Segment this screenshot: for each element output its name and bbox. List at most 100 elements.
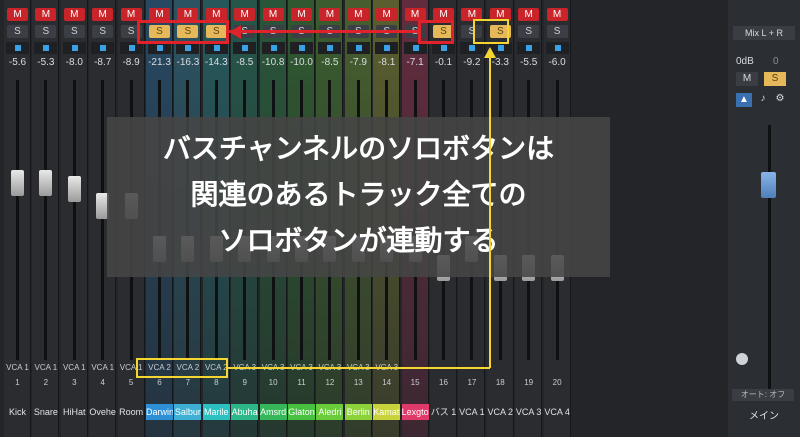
yellow-arrow-head	[484, 47, 496, 58]
solo-highlight-vca2-tracks	[137, 20, 229, 44]
mute-button[interactable]: M	[7, 8, 28, 21]
main-fader[interactable]	[761, 172, 776, 198]
channel-name[interactable]: VCA 4	[544, 404, 571, 420]
channel-name[interactable]: Kamati	[373, 404, 401, 420]
channel-number: 3	[72, 378, 77, 387]
yellow-arrow-horizontal	[228, 367, 490, 369]
settings-icon[interactable]: ⚙	[773, 93, 787, 107]
mute-button[interactable]: M	[63, 8, 85, 21]
pan-indicator[interactable]	[517, 42, 541, 54]
solo-button[interactable]: S	[63, 25, 85, 38]
channel-name[interactable]: Abuha	[231, 404, 259, 420]
mute-button[interactable]: M	[376, 8, 398, 21]
fader-db-readout: -7.1	[406, 57, 424, 68]
channel-strip: M S -8.0 VCA 1 3 HiHat	[60, 0, 88, 437]
channel-name[interactable]: Snare	[32, 404, 59, 420]
mute-button[interactable]: M	[518, 8, 540, 21]
pan-indicator[interactable]	[34, 42, 58, 54]
fader-db-readout: -14.3	[204, 57, 228, 68]
channel-number: 12	[325, 378, 335, 387]
fader-handle[interactable]	[39, 170, 53, 196]
channel-name[interactable]: VCA 1	[458, 404, 485, 420]
channel-strip: M S -5.6 VCA 1 1 Kick	[4, 0, 31, 437]
channel-name[interactable]: Room	[118, 404, 145, 420]
mute-button[interactable]: M	[262, 8, 284, 21]
mute-button[interactable]: M	[546, 8, 568, 21]
fader-handle[interactable]	[11, 170, 24, 196]
arrow-line	[229, 30, 418, 33]
channel-name[interactable]: HiHat	[61, 404, 88, 420]
pan-indicator[interactable]	[6, 42, 29, 54]
channel-name[interactable]: Ovehe	[89, 404, 116, 420]
mic-icon[interactable]: ♪	[757, 93, 769, 107]
pan-indicator[interactable]	[91, 42, 115, 54]
mute-button[interactable]: M	[35, 8, 57, 21]
main-db-readout: 0dB	[736, 56, 754, 67]
fader-handle[interactable]	[67, 176, 81, 202]
mute-button[interactable]: M	[234, 8, 256, 21]
channel-name[interactable]: Salbur	[174, 404, 202, 420]
solo-button[interactable]: S	[92, 25, 114, 38]
pan-indicator[interactable]	[62, 42, 86, 54]
pan-indicator[interactable]	[290, 42, 313, 54]
fader-db-readout: -8.0	[65, 57, 83, 68]
pan-indicator[interactable]	[346, 42, 370, 54]
pan-dial-icon[interactable]	[736, 353, 748, 365]
fader-track	[72, 80, 76, 360]
channel-name[interactable]: Glaton	[288, 404, 315, 420]
main-channel-name: メイン	[749, 411, 779, 422]
vca-assignment[interactable]: VCA 1	[4, 363, 31, 372]
fader-db-readout: -8.9	[122, 57, 140, 68]
solo-button[interactable]: S	[546, 25, 568, 38]
vca-assignment[interactable]: VCA 1	[89, 363, 116, 372]
solo-button[interactable]: S	[518, 25, 540, 38]
channel-name[interactable]: Lexgto	[401, 404, 429, 420]
channel-name[interactable]: Kick	[4, 404, 31, 420]
solo-button[interactable]: S	[35, 25, 57, 38]
mute-button[interactable]: M	[92, 8, 114, 21]
channel-name[interactable]: Aledri	[316, 404, 344, 420]
fader-db-readout: -7.9	[349, 57, 367, 68]
pan-indicator[interactable]	[233, 42, 257, 54]
pan-indicator[interactable]	[261, 42, 285, 54]
main-channel: Mix L + R 0dB 0 M S ▲ ♪ ⚙ オート: オフ メイン	[728, 0, 800, 437]
channel-number: 8	[214, 378, 219, 387]
main-mute-button[interactable]: M	[736, 72, 758, 86]
fader-db-readout: -9.2	[463, 57, 481, 68]
vca2-solo-highlight	[473, 19, 509, 44]
channel-name[interactable]: バス 1	[430, 404, 457, 420]
fader-db-readout: -8.7	[94, 57, 112, 68]
channel-strip: M S -5.3 VCA 1 2 Snare	[32, 0, 60, 437]
channel-name[interactable]: Amsrd	[259, 404, 287, 420]
fader-db-readout: -10.8	[261, 57, 285, 68]
channel-number: 15	[410, 378, 420, 387]
channel-number: 14	[382, 378, 392, 387]
channel-number: 6	[157, 378, 162, 387]
channel-number: 2	[43, 378, 49, 387]
mix-output-selector[interactable]: Mix L + R	[733, 26, 795, 40]
vca-assignment[interactable]: VCA 1	[61, 363, 88, 372]
mute-button[interactable]: M	[347, 8, 369, 21]
fader-db-readout: -8.5	[321, 57, 339, 68]
channel-number: 20	[552, 378, 562, 387]
monitor-icon[interactable]: ▲	[736, 93, 752, 107]
solo-button[interactable]: S	[7, 25, 28, 38]
fader-db-readout: -8.1	[378, 57, 396, 68]
channel-name[interactable]: VCA 3	[515, 404, 542, 420]
channel-name[interactable]: Berlin	[344, 404, 372, 420]
vca-assignment[interactable]: VCA 1	[32, 363, 59, 372]
channel-number: 19	[524, 378, 534, 387]
pan-indicator[interactable]	[545, 42, 569, 54]
channel-name[interactable]: VCA 2	[487, 404, 514, 420]
mute-button[interactable]: M	[319, 8, 341, 21]
channel-name[interactable]: Darwin	[146, 404, 173, 420]
pan-indicator[interactable]	[318, 42, 342, 54]
channel-number: 13	[353, 378, 363, 387]
main-solo-button[interactable]: S	[764, 72, 786, 86]
channel-name[interactable]: Marile	[202, 404, 230, 420]
solo-highlight-bus	[418, 20, 454, 44]
mute-button[interactable]: M	[291, 8, 312, 21]
automation-mode[interactable]: オート: オフ	[732, 389, 794, 401]
channel-number: 17	[467, 378, 477, 387]
pan-indicator[interactable]	[375, 42, 399, 54]
